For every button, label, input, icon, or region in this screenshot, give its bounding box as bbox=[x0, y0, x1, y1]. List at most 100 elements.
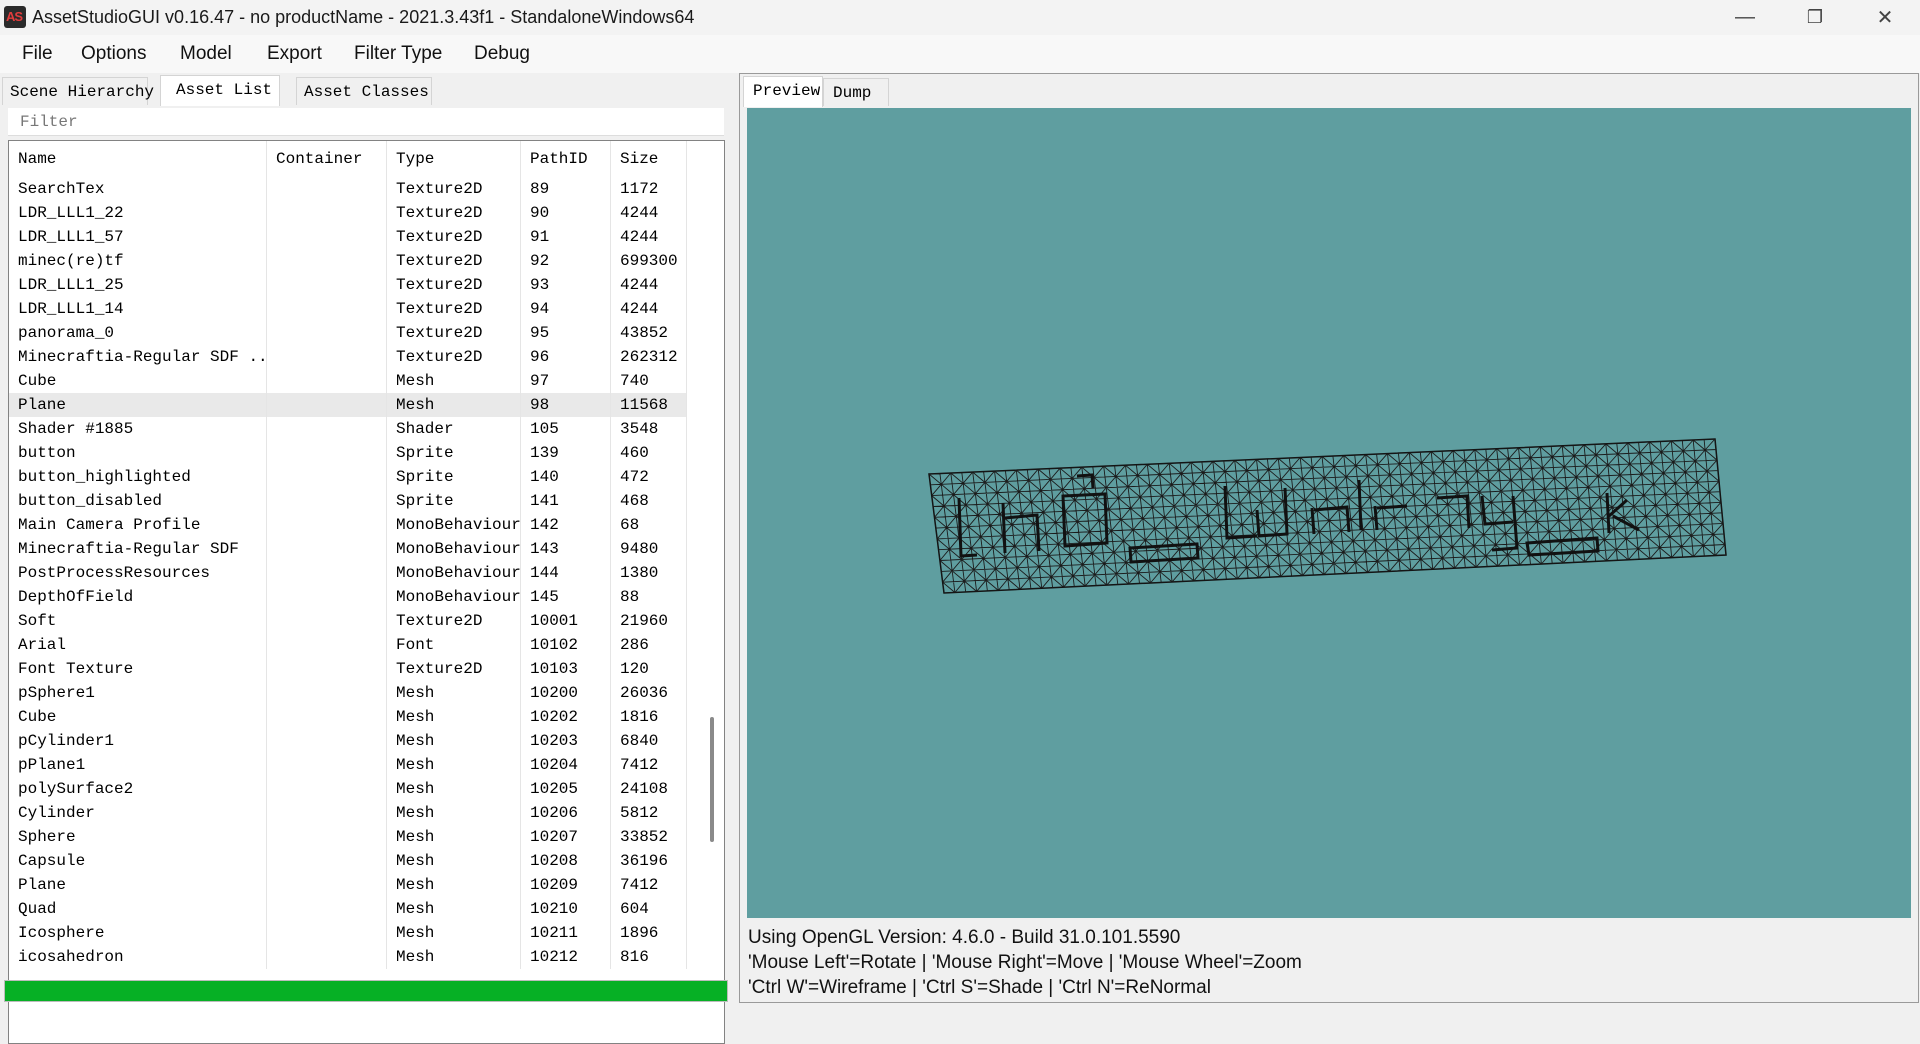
table-row[interactable]: pSphere1 Mesh 10200 26036 bbox=[9, 681, 687, 705]
table-row[interactable]: SearchTex Texture2D 89 1172 bbox=[9, 177, 687, 201]
minimize-button[interactable]: — bbox=[1710, 0, 1780, 35]
cell-container bbox=[267, 585, 387, 609]
table-row[interactable]: polySurface2 Mesh 10205 24108 bbox=[9, 777, 687, 801]
menu-options[interactable]: Options bbox=[81, 43, 146, 65]
tab-scene-hierarchy[interactable]: Scene Hierarchy bbox=[2, 77, 154, 105]
app-icon-text: AS bbox=[6, 9, 23, 24]
cell-size: 4244 bbox=[611, 201, 687, 225]
maximize-button[interactable]: ❐ bbox=[1780, 0, 1850, 35]
column-header-name[interactable]: Name bbox=[9, 141, 267, 177]
cell-size: 6840 bbox=[611, 729, 687, 753]
table-row[interactable]: Main Camera Profile MonoBehaviour 142 68 bbox=[9, 513, 687, 537]
table-row[interactable]: PostProcessResources MonoBehaviour 144 1380 bbox=[9, 561, 687, 585]
table-row[interactable]: button Sprite 139 460 bbox=[9, 441, 687, 465]
status-line-3: 'Ctrl W'=Wireframe | 'Ctrl S'=Shade | 'C… bbox=[748, 977, 1211, 998]
table-row[interactable]: Plane Mesh 10209 7412 bbox=[9, 873, 687, 897]
table-row[interactable]: Shader #1885 Shader 105 3548 bbox=[9, 417, 687, 441]
cell-pathid: 10210 bbox=[521, 897, 611, 921]
table-row[interactable]: DepthOfField MonoBehaviour 145 88 bbox=[9, 585, 687, 609]
asset-list[interactable]: Name Container Type PathID Size SearchTe… bbox=[8, 140, 725, 1044]
table-row[interactable]: LDR_LLL1_14 Texture2D 94 4244 bbox=[9, 297, 687, 321]
cell-size: 120 bbox=[611, 657, 687, 681]
cell-pathid: 144 bbox=[521, 561, 611, 585]
cell-size: 21960 bbox=[611, 609, 687, 633]
cell-type: Mesh bbox=[387, 777, 521, 801]
restore-icon: ❐ bbox=[1806, 7, 1824, 27]
filter-input[interactable] bbox=[8, 108, 724, 136]
menu-file[interactable]: File bbox=[22, 43, 53, 65]
column-header-container[interactable]: Container bbox=[267, 141, 387, 177]
table-row[interactable]: Icosphere Mesh 10211 1896 bbox=[9, 921, 687, 945]
column-header-pathid[interactable]: PathID bbox=[521, 141, 611, 177]
cell-name: Plane bbox=[9, 873, 267, 897]
app-logo-icon[interactable]: AS bbox=[4, 6, 26, 28]
table-row[interactable]: Font Texture Texture2D 10103 120 bbox=[9, 657, 687, 681]
mesh-grid bbox=[929, 439, 1726, 593]
table-row[interactable]: Arial Font 10102 286 bbox=[9, 633, 687, 657]
table-row[interactable]: Quad Mesh 10210 604 bbox=[9, 897, 687, 921]
table-row[interactable]: Cylinder Mesh 10206 5812 bbox=[9, 801, 687, 825]
table-row[interactable]: LDR_LLL1_22 Texture2D 90 4244 bbox=[9, 201, 687, 225]
table-row[interactable]: panorama_0 Texture2D 95 43852 bbox=[9, 321, 687, 345]
preview-viewport[interactable] bbox=[747, 108, 1911, 918]
table-row[interactable]: Soft Texture2D 10001 21960 bbox=[9, 609, 687, 633]
table-row[interactable]: Cube Mesh 97 740 bbox=[9, 369, 687, 393]
menu-export[interactable]: Export bbox=[267, 43, 322, 65]
cell-type: Texture2D bbox=[387, 297, 521, 321]
tab-preview[interactable]: Preview bbox=[743, 76, 823, 107]
tab-dump[interactable]: Dump bbox=[823, 78, 889, 106]
table-row[interactable]: pCylinder1 Mesh 10203 6840 bbox=[9, 729, 687, 753]
cell-type: Shader bbox=[387, 417, 521, 441]
cell-type: Mesh bbox=[387, 369, 521, 393]
table-row[interactable]: button_highlighted Sprite 140 472 bbox=[9, 465, 687, 489]
table-row[interactable]: button_disabled Sprite 141 468 bbox=[9, 489, 687, 513]
column-header-size[interactable]: Size bbox=[611, 141, 687, 177]
cell-container bbox=[267, 417, 387, 441]
table-row[interactable]: LDR_LLL1_25 Texture2D 93 4244 bbox=[9, 273, 687, 297]
cell-name: pPlane1 bbox=[9, 753, 267, 777]
table-row[interactable]: pPlane1 Mesh 10204 7412 bbox=[9, 753, 687, 777]
cell-container bbox=[267, 369, 387, 393]
table-row[interactable]: Plane Mesh 98 11568 bbox=[9, 393, 687, 417]
cell-name: minec(re)tf bbox=[9, 249, 267, 273]
table-row[interactable]: Capsule Mesh 10208 36196 bbox=[9, 849, 687, 873]
cell-size: 604 bbox=[611, 897, 687, 921]
cell-container bbox=[267, 393, 387, 417]
menu-debug[interactable]: Debug bbox=[474, 43, 530, 65]
table-row[interactable]: Minecraftia-Regular SDF ... Texture2D 96 26… bbox=[9, 345, 687, 369]
cell-pathid: 10204 bbox=[521, 753, 611, 777]
status-text: Using OpenGL Version: 4.6.0 - Build 31.0… bbox=[748, 925, 1302, 1000]
tab-asset-list[interactable]: Asset List bbox=[160, 75, 280, 106]
table-row[interactable]: minec(re)tf Texture2D 92 699300 bbox=[9, 249, 687, 273]
tab-asset-classes[interactable]: Asset Classes bbox=[296, 77, 432, 105]
table-row[interactable]: icosahedron Mesh 10212 816 bbox=[9, 945, 687, 969]
menu-filter-type[interactable]: Filter Type bbox=[354, 43, 442, 65]
cell-pathid: 90 bbox=[521, 201, 611, 225]
cell-type: Font bbox=[387, 633, 521, 657]
table-row[interactable]: LDR_LLL1_57 Texture2D 91 4244 bbox=[9, 225, 687, 249]
cell-name: button_disabled bbox=[9, 489, 267, 513]
cell-size: 9480 bbox=[611, 537, 687, 561]
cell-pathid: 143 bbox=[521, 537, 611, 561]
table-row[interactable]: Sphere Mesh 10207 33852 bbox=[9, 825, 687, 849]
table-row[interactable]: Minecraftia-Regular SDF MonoBehaviour 143 9… bbox=[9, 537, 687, 561]
cell-name: pCylinder1 bbox=[9, 729, 267, 753]
vertical-scrollbar[interactable] bbox=[702, 141, 724, 1043]
cell-name: Cylinder bbox=[9, 801, 267, 825]
cell-type: Mesh bbox=[387, 849, 521, 873]
cell-pathid: 105 bbox=[521, 417, 611, 441]
close-icon: ✕ bbox=[1876, 7, 1894, 29]
cell-type: Texture2D bbox=[387, 225, 521, 249]
column-header-type[interactable]: Type bbox=[387, 141, 521, 177]
cell-type: Texture2D bbox=[387, 321, 521, 345]
cell-size: 4244 bbox=[611, 273, 687, 297]
cell-type: Texture2D bbox=[387, 201, 521, 225]
cell-size: 88 bbox=[611, 585, 687, 609]
list-rows: SearchTex Texture2D 89 1172 LDR_LLL1_22 Textu… bbox=[9, 177, 687, 969]
menu-model[interactable]: Model bbox=[180, 43, 232, 65]
cell-pathid: 10001 bbox=[521, 609, 611, 633]
cell-type: Sprite bbox=[387, 441, 521, 465]
table-row[interactable]: Cube Mesh 10202 1816 bbox=[9, 705, 687, 729]
scrollbar-thumb[interactable] bbox=[710, 717, 714, 842]
close-button[interactable]: ✕ bbox=[1850, 0, 1920, 35]
